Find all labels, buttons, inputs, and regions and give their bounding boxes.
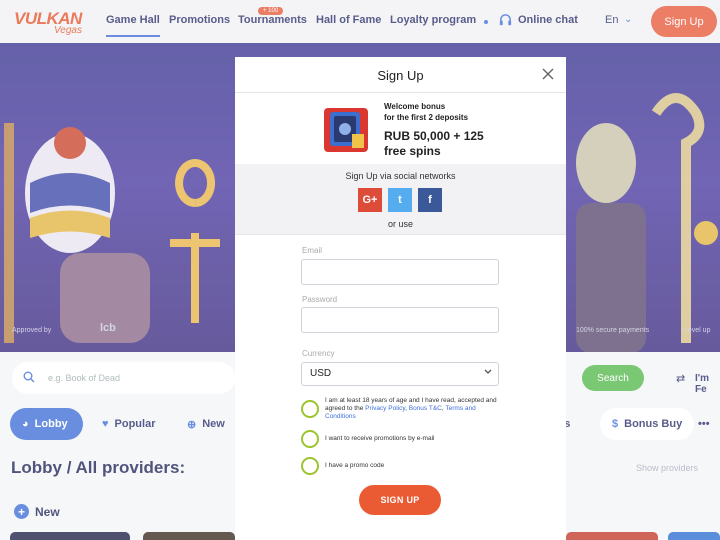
bonus-tc-link[interactable]: Bonus T&C [409,405,442,412]
password-label: Password [302,295,338,304]
google-plus-button[interactable]: G+ [358,188,382,212]
currency-select[interactable]: USD [301,362,499,386]
currency-label: Currency [302,349,335,358]
bonus-amount: RUB 50,000 + 125 [384,129,484,143]
modal-title: Sign Up [377,68,424,83]
promotions-email-label: I want to receive promotions by e-mail [325,435,435,442]
bonus-subline: for the first 2 deposits [384,113,469,122]
chevron-down-icon [484,369,492,374]
promo-code-checkbox[interactable] [301,457,319,475]
divider [235,234,566,235]
bonus-headline: Welcome bonus [384,102,446,111]
twitter-button[interactable]: t [388,188,412,212]
or-use-text: or use [387,219,413,229]
privacy-policy-link[interactable]: Privacy Policy [365,405,405,412]
bonus-free-spins: free spins [384,144,441,158]
social-title: Sign Up via social networks [345,171,456,181]
email-field[interactable] [301,259,499,285]
terms-checkbox[interactable] [301,400,319,418]
safe-bonus-icon [324,108,368,152]
submit-signup-button[interactable]: SIGN UP [359,485,441,515]
facebook-button[interactable]: f [418,188,442,212]
promo-code-label: I have a promo code [325,462,385,469]
signup-modal: Sign Up Welcome bonus for the first 2 de… [235,57,566,540]
email-label: Email [302,246,323,255]
divider [235,92,566,93]
promotions-email-checkbox[interactable] [301,430,319,448]
close-icon[interactable] [541,67,555,81]
terms-text: I am at least 18 years of age and I have… [325,397,505,421]
password-field[interactable] [301,307,499,333]
